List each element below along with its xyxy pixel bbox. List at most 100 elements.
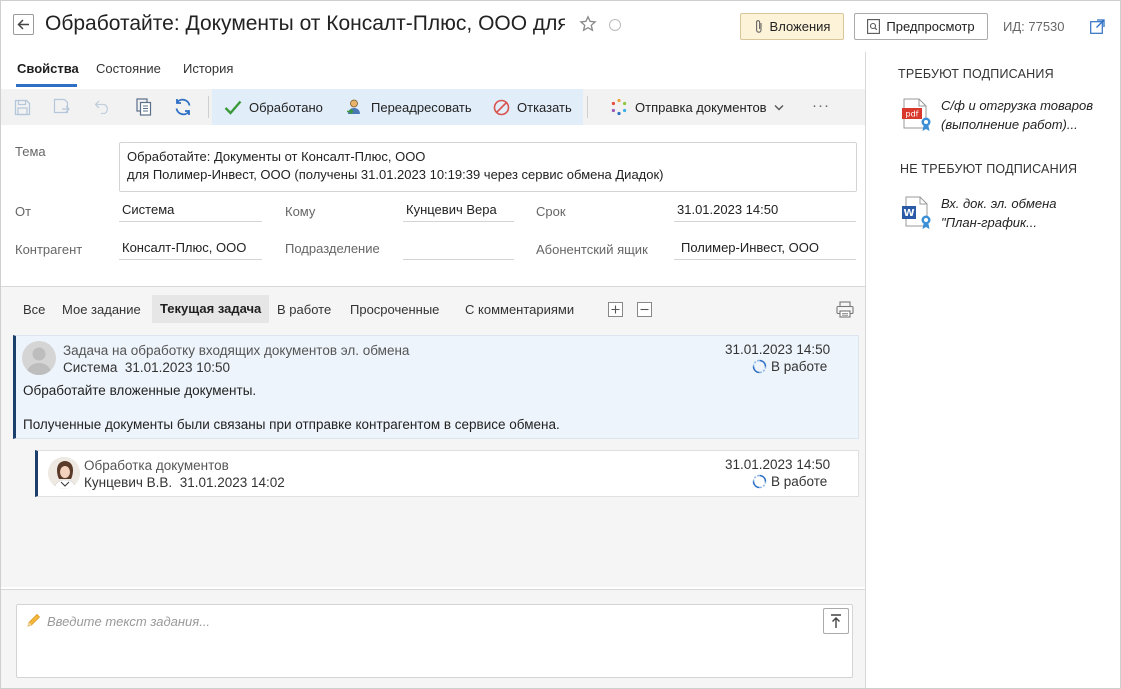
send-documents-dropdown[interactable]: Отправка документов — [610, 89, 784, 125]
filter-all[interactable]: Все — [23, 302, 45, 317]
filter-my-task[interactable]: Мое задание — [62, 302, 141, 317]
deadline-field[interactable]: 31.01.2023 14:50 — [674, 200, 856, 222]
title-bar: Обработайте: Документы от Консалт-Плюс, … — [0, 0, 1121, 52]
no-sign-heading: НЕ ТРЕБУЮТ ПОДПИСАНИЯ — [900, 162, 1078, 176]
need-sign-heading: ТРЕБУЮТ ПОДПИСАНИЯ — [898, 67, 1054, 81]
attachments-button[interactable]: Вложения — [740, 13, 844, 40]
subject-field[interactable]: Обработайте: Документы от Консалт-Плюс, … — [119, 142, 857, 192]
collapse-all-button[interactable] — [637, 302, 652, 317]
assignment-status: В работе — [752, 474, 827, 489]
avatar — [22, 341, 56, 375]
from-field[interactable]: Система — [119, 200, 262, 222]
arrow-up-bar-icon — [831, 613, 841, 628]
plus-icon — [611, 305, 620, 314]
in-progress-icon — [752, 359, 767, 374]
task-created: 31.01.2023 10:50 — [124, 360, 230, 375]
page-title: Обработайте: Документы от Консалт-Плюс, … — [45, 12, 565, 35]
assignment-status-label: В работе — [771, 474, 828, 489]
printer-icon[interactable] — [836, 301, 854, 318]
forbidden-icon — [493, 99, 510, 115]
task-author: Система — [63, 360, 118, 375]
svg-text:W: W — [903, 208, 914, 219]
back-button[interactable] — [13, 14, 34, 35]
user-photo-icon — [48, 457, 80, 489]
open-external-icon[interactable] — [1090, 19, 1105, 34]
subject-line-1: Обработайте: Документы от Консалт-Плюс, … — [127, 149, 426, 164]
task-body-line-1: Обработайте вложенные документы. — [23, 383, 257, 398]
mailbox-field[interactable]: Полимер-Инвест, ООО — [674, 238, 856, 260]
from-label: От — [15, 204, 32, 219]
filter-overdue[interactable]: Просроченные — [350, 302, 439, 317]
undo-button[interactable] — [92, 97, 112, 117]
send-documents-label: Отправка документов — [635, 99, 767, 115]
processed-button[interactable]: Обработано — [224, 89, 323, 125]
task-card-assignment[interactable]: Обработка документов Кунцевич В.В. 31.01… — [35, 450, 859, 497]
tab-state[interactable]: Состояние — [96, 61, 161, 76]
save-and-close-button[interactable] — [52, 97, 72, 117]
assignment-deadline: 31.01.2023 14:50 — [725, 457, 831, 472]
readdress-user-icon — [347, 99, 360, 115]
minus-icon — [640, 308, 649, 311]
refresh-button[interactable] — [173, 97, 193, 117]
status-indicator-icon — [609, 19, 621, 31]
save-button[interactable] — [12, 97, 32, 117]
exchange-spinner-icon — [611, 98, 627, 116]
counterparty-label: Контрагент — [15, 242, 83, 257]
copy-icon — [136, 98, 152, 116]
undo-icon — [94, 100, 108, 114]
deadline-label: Срок — [536, 204, 566, 219]
document-id: ИД: 77530 — [1003, 19, 1065, 34]
copy-button[interactable] — [134, 97, 154, 117]
counterparty-field[interactable]: Консалт-Плюс, ООО — [119, 238, 262, 260]
need-sign-item-line-1: С/ф и отгрузка товаров — [941, 98, 1093, 113]
assignment-author: Кунцевич В.В. — [84, 475, 173, 490]
svg-text:pdf: pdf — [906, 110, 919, 119]
refuse-button[interactable]: Отказать — [493, 89, 572, 125]
toolbar: Обработано Переадресовать Отказать Отпра… — [1, 89, 865, 125]
expand-input-button[interactable] — [823, 608, 849, 634]
task-status: В работе — [752, 359, 827, 374]
readdress-label: Переадресовать — [371, 99, 472, 115]
avatar — [48, 457, 80, 489]
active-tab-underline — [16, 84, 77, 87]
tab-properties[interactable]: Свойства — [17, 61, 79, 76]
arrow-left-icon — [17, 19, 29, 30]
department-label: Подразделение — [285, 241, 380, 256]
pdf-document-icon: pdf — [902, 98, 931, 131]
tab-history[interactable]: История — [183, 61, 233, 76]
subject-line-2: для Полимер-Инвест, ООО (получены 31.01.… — [127, 167, 664, 182]
more-actions-button[interactable]: ··· — [812, 97, 830, 114]
assignment-author-date: Кунцевич В.В. 31.01.2023 14:02 — [84, 475, 285, 490]
task-title[interactable]: Задача на обработку входящих документов … — [63, 343, 409, 358]
expand-all-button[interactable] — [608, 302, 623, 317]
task-actions-group: Обработано Переадресовать Отказать — [212, 89, 583, 125]
favorite-star-icon[interactable] — [579, 15, 597, 33]
filter-current-task[interactable]: Текущая задача — [152, 295, 270, 323]
filter-in-progress[interactable]: В работе — [277, 302, 331, 317]
department-field[interactable] — [403, 238, 514, 260]
task-body-line-2: Полученные документы были связаны при от… — [23, 417, 560, 432]
preview-icon — [867, 19, 881, 34]
to-label: Кому — [285, 204, 316, 219]
toolbar-separator — [208, 96, 209, 118]
task-status-label: В работе — [771, 359, 828, 374]
mailbox-label: Абонентский ящик — [536, 242, 648, 257]
attachments-label: Вложения — [769, 19, 831, 34]
in-progress-icon — [752, 474, 767, 489]
no-sign-item-line-2: "План-график... — [941, 215, 1038, 230]
preview-button[interactable]: Предпросмотр — [854, 13, 988, 40]
readdress-button[interactable]: Переадресовать — [346, 89, 472, 125]
task-input-placeholder: Введите текст задания... — [47, 614, 211, 629]
to-field[interactable]: Кунцевич Вера — [403, 200, 514, 222]
no-sign-item-line-1: Вх. док. эл. обмена — [941, 196, 1057, 211]
refresh-icon — [175, 98, 191, 116]
assignment-created: 31.01.2023 14:02 — [179, 475, 285, 490]
card-tabs: Свойства Состояние История — [0, 52, 866, 89]
paperclip-icon — [755, 20, 762, 33]
assignment-title[interactable]: Обработка документов — [84, 458, 229, 473]
filter-with-comments[interactable]: С комментариями — [465, 302, 574, 317]
task-card-main[interactable]: Задача на обработку входящих документов … — [13, 335, 859, 439]
word-document-icon: W — [902, 196, 931, 229]
need-sign-item-line-2: (выполнение работ)... — [941, 117, 1078, 132]
checkmark-icon — [224, 100, 242, 115]
